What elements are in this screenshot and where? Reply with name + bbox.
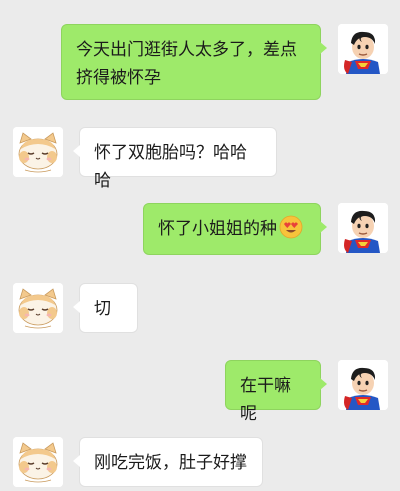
superman-avatar[interactable] — [338, 24, 388, 74]
cat-avatar[interactable] — [13, 127, 63, 177]
superman-avatar[interactable] — [338, 360, 388, 410]
superman-icon — [338, 24, 388, 74]
cat-avatar[interactable] — [13, 283, 63, 333]
superman-icon — [338, 203, 388, 253]
message-text: 切 — [94, 299, 111, 319]
cat-icon — [13, 283, 63, 333]
cat-icon — [13, 437, 63, 487]
cat-icon — [13, 127, 63, 177]
message-text: 今天出门逛街人太多了，差点挤得被怀孕 — [76, 40, 297, 88]
superman-avatar[interactable] — [338, 203, 388, 253]
heart-eyes-emoji-icon — [279, 215, 303, 239]
other-message-bubble[interactable]: 刚吃完饭，肚子好撑 — [73, 437, 263, 487]
chat-window: 今天出门逛街人太多了，差点挤得被怀孕 怀了双胞胎吗？哈哈哈 怀了小姐姐的种 切 … — [0, 0, 400, 491]
message-text: 怀了小姐姐的种 — [158, 219, 277, 239]
message-text: 在干嘛呢 — [240, 376, 291, 424]
cat-avatar[interactable] — [13, 437, 63, 487]
my-message-bubble[interactable]: 怀了小姐姐的种 — [143, 203, 327, 255]
other-message-bubble[interactable]: 怀了双胞胎吗？哈哈哈 — [73, 127, 277, 191]
message-text: 怀了双胞胎吗？哈哈哈 — [94, 143, 247, 191]
message-text: 刚吃完饭，肚子好撑 — [94, 453, 247, 473]
my-message-bubble[interactable]: 今天出门逛街人太多了，差点挤得被怀孕 — [61, 24, 327, 100]
my-message-bubble[interactable]: 在干嘛呢 — [225, 360, 327, 424]
other-message-bubble[interactable]: 切 — [73, 283, 138, 333]
superman-icon — [338, 360, 388, 410]
